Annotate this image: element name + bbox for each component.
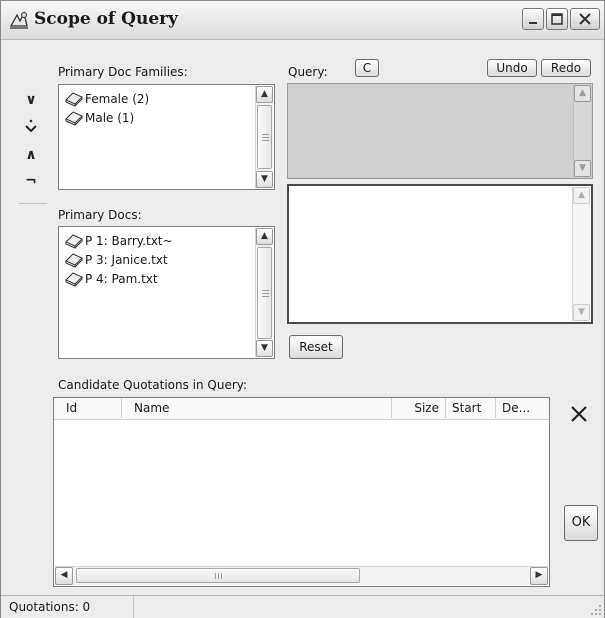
query-result-box[interactable]: ▲ ▼ xyxy=(287,184,593,324)
table-header: Id Name Size Start De... xyxy=(54,398,549,420)
docs-scrollbar[interactable]: ▲ ▼ xyxy=(255,228,273,357)
query-result-scrollbar[interactable]: ▲ ▼ xyxy=(572,187,590,321)
column-header-de[interactable]: De... xyxy=(496,398,549,418)
docs-label: Primary Docs: xyxy=(58,208,142,222)
scroll-down-icon[interactable]: ▼ xyxy=(256,340,273,357)
move-down-icon[interactable]: ∨ xyxy=(23,92,39,108)
status-bar: Quotations: 0 xyxy=(1,595,604,618)
minimize-button[interactable] xyxy=(522,8,544,30)
table-hscrollbar[interactable]: ◀ ▶ xyxy=(55,566,548,585)
scope-of-query-window: Scope of Query ∨ ∧ ¬ Primary Doc Familie… xyxy=(0,0,605,618)
doc-label: P 3: Janice.txt xyxy=(85,253,168,267)
family-icon xyxy=(65,111,83,126)
maximize-icon xyxy=(551,13,563,25)
scrollbar-thumb[interactable] xyxy=(257,105,272,169)
window-title: Scope of Query xyxy=(34,9,178,29)
column-header-id[interactable]: Id xyxy=(54,398,122,418)
reset-button[interactable]: Reset xyxy=(289,335,343,359)
resize-grip-icon[interactable] xyxy=(590,604,602,616)
family-label: Male (1) xyxy=(85,111,135,125)
remove-icon[interactable] xyxy=(567,402,591,426)
clear-query-button[interactable]: C xyxy=(355,59,379,77)
quotations-table[interactable]: Id Name Size Start De... ◀ ▶ xyxy=(53,397,550,587)
close-window-button[interactable] xyxy=(570,8,600,30)
not-operator-icon[interactable]: ¬ xyxy=(23,173,39,189)
column-header-size[interactable]: Size xyxy=(392,398,446,418)
scroll-up-icon[interactable]: ▲ xyxy=(573,187,590,204)
family-icon xyxy=(65,92,83,107)
scroll-down-icon[interactable]: ▼ xyxy=(256,171,273,188)
undo-button[interactable]: Undo xyxy=(487,59,537,77)
scroll-up-icon[interactable]: ▲ xyxy=(256,86,273,103)
document-icon xyxy=(65,253,83,268)
query-stack-scrollbar[interactable]: ▲ ▼ xyxy=(573,85,591,177)
document-icon xyxy=(65,234,83,249)
status-panel: Quotations: 0 xyxy=(1,596,134,618)
redo-button[interactable]: Redo xyxy=(541,59,591,77)
column-header-start[interactable]: Start xyxy=(446,398,496,418)
move-down-dotted-icon[interactable] xyxy=(23,118,39,134)
scope-query-icon xyxy=(9,11,28,29)
scroll-right-icon[interactable]: ▶ xyxy=(530,567,548,585)
scrollbar-thumb[interactable] xyxy=(257,247,272,339)
status-text: Quotations: 0 xyxy=(9,600,91,614)
scroll-down-icon[interactable]: ▼ xyxy=(574,160,591,177)
families-scrollbar[interactable]: ▲ ▼ xyxy=(255,86,273,188)
chevron-dotted-icon xyxy=(25,119,37,133)
candidates-label: Candidate Quotations in Query: xyxy=(58,378,248,392)
minimize-icon xyxy=(529,22,537,24)
scroll-up-icon[interactable]: ▲ xyxy=(256,228,273,245)
close-icon xyxy=(579,13,591,25)
scroll-left-icon[interactable]: ◀ xyxy=(55,567,73,585)
family-label: Female (2) xyxy=(85,92,150,106)
scroll-down-icon[interactable]: ▼ xyxy=(573,304,590,321)
nav-divider xyxy=(19,203,47,204)
hscrollbar-thumb[interactable] xyxy=(76,568,360,583)
doc-label: P 4: Pam.txt xyxy=(85,272,158,286)
families-list[interactable]: Female (2) Male (1) ▲ ▼ xyxy=(58,84,275,190)
column-header-name[interactable]: Name xyxy=(122,398,392,418)
doc-label: P 1: Barry.txt~ xyxy=(85,234,173,248)
docs-list[interactable]: P 1: Barry.txt~ P 3: Janice.txt P 4: Pam… xyxy=(58,226,275,359)
maximize-button[interactable] xyxy=(546,8,568,30)
families-label: Primary Doc Families: xyxy=(58,65,188,79)
move-up-icon[interactable]: ∧ xyxy=(23,147,39,163)
title-bar[interactable]: Scope of Query xyxy=(1,1,604,40)
scroll-up-icon[interactable]: ▲ xyxy=(574,85,591,102)
query-stack-display[interactable]: ▲ ▼ xyxy=(287,83,593,179)
query-label: Query: xyxy=(288,65,328,79)
document-icon xyxy=(65,272,83,287)
ok-button[interactable]: OK xyxy=(564,505,598,541)
